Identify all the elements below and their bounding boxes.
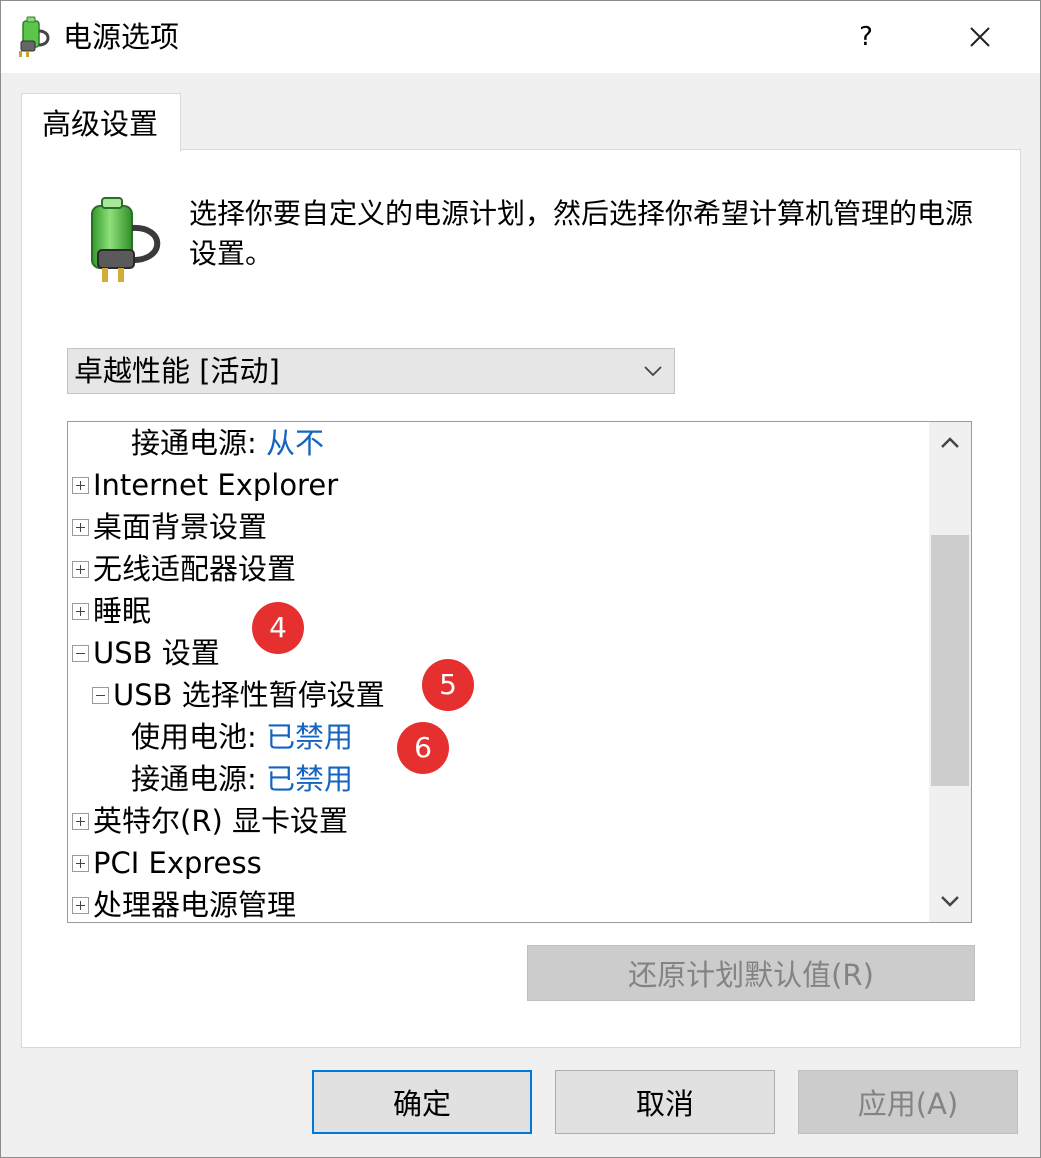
power-plan-value: 卓越性能 [活动] [74,354,280,388]
tree-row-label: 处理器电源管理 [93,888,297,922]
help-label: ? [859,22,873,52]
apply-button[interactable]: 应用(A) [798,1070,1018,1134]
chevron-up-icon [941,437,959,448]
power-plan-select[interactable]: 卓越性能 [活动] [67,348,675,394]
setting-label: 接通电源: [131,762,257,796]
cancel-button[interactable]: 取消 [555,1070,775,1134]
settings-tree[interactable]: 处理器电源管理 PCI Express 英特尔(R) 显卡设置 接通电源: 已禁用 使用… [67,421,972,923]
tab-label: 高级设置 [42,107,159,141]
apply-label: 应用(A) [857,1087,959,1121]
cancel-label: 取消 [635,1087,694,1121]
close-button[interactable] [951,9,1009,65]
tree-row-label: 英特尔(R) 显卡设置 [93,804,348,838]
tree-row-label: PCI Express [93,846,262,880]
restore-defaults-label: 还原计划默认值(R) [628,958,874,992]
callout-badge: 6 [397,722,449,774]
expand-icon[interactable] [72,477,89,494]
ok-label: 确定 [392,1087,451,1121]
tree-row-label: 桌面背景设置 [93,510,268,544]
scroll-thumb[interactable] [931,535,969,786]
scroll-down-button[interactable] [929,880,971,922]
chevron-down-icon [644,366,662,377]
expand-icon[interactable] [72,813,89,830]
setting-label: 使用电池: [131,720,257,754]
expand-icon[interactable] [72,603,89,620]
collapse-icon[interactable] [72,645,89,662]
expand-icon[interactable] [72,561,89,578]
advanced-settings-panel: 选择你要自定义的电源计划，然后选择你希望计算机管理的电源设置。 卓越性能 [活动… [21,149,1021,1048]
tree-row-label: USB 选择性暂停设置 [113,678,385,712]
tree-row-label: 无线适配器设置 [93,552,297,586]
callout-badge: 5 [422,659,474,711]
scroll-up-button[interactable] [929,422,971,464]
window-title: 电源选项 [63,20,180,54]
setting-label: 接通电源: [131,426,257,460]
power-plug-icon [19,16,50,57]
ok-button[interactable]: 确定 [312,1070,532,1134]
chevron-down-icon [941,896,959,907]
power-options-dialog: 电源选项 ? 高级设置 选择你要自定义的电源计划，然后选择你希望计算机管理的电源… [0,0,1041,1158]
tree-row[interactable]: 接通电源: 已禁用 [131,758,353,800]
tree-row-label: USB 设置 [93,636,220,670]
expand-icon[interactable] [72,855,89,872]
tree-row-label: Internet Explorer [93,468,339,502]
expand-icon[interactable] [72,519,89,536]
tree-row-label: 睡眠 [93,594,152,628]
collapse-icon[interactable] [92,687,109,704]
battery-plug-icon [91,197,161,282]
setting-value-link[interactable]: 已禁用 [266,762,353,796]
restore-defaults-button[interactable]: 还原计划默认值(R) [527,945,975,1001]
close-icon [970,27,990,47]
title-bar: 电源选项 ? [1,1,1040,73]
tree-row[interactable]: 接通电源: 从不 [131,422,324,464]
expand-icon[interactable] [72,897,89,914]
callout-badge: 4 [252,602,304,654]
setting-value-link[interactable]: 已禁用 [266,720,353,754]
tab-advanced-settings[interactable]: 高级设置 [21,93,181,152]
help-button[interactable]: ? [837,9,895,65]
tree-row[interactable]: 使用电池: 已禁用 [131,716,353,758]
setting-value-link[interactable]: 从不 [266,426,324,460]
tree-scrollbar[interactable] [929,422,971,922]
description-text: 选择你要自定义的电源计划，然后选择你希望计算机管理的电源设置。 [189,197,974,270]
